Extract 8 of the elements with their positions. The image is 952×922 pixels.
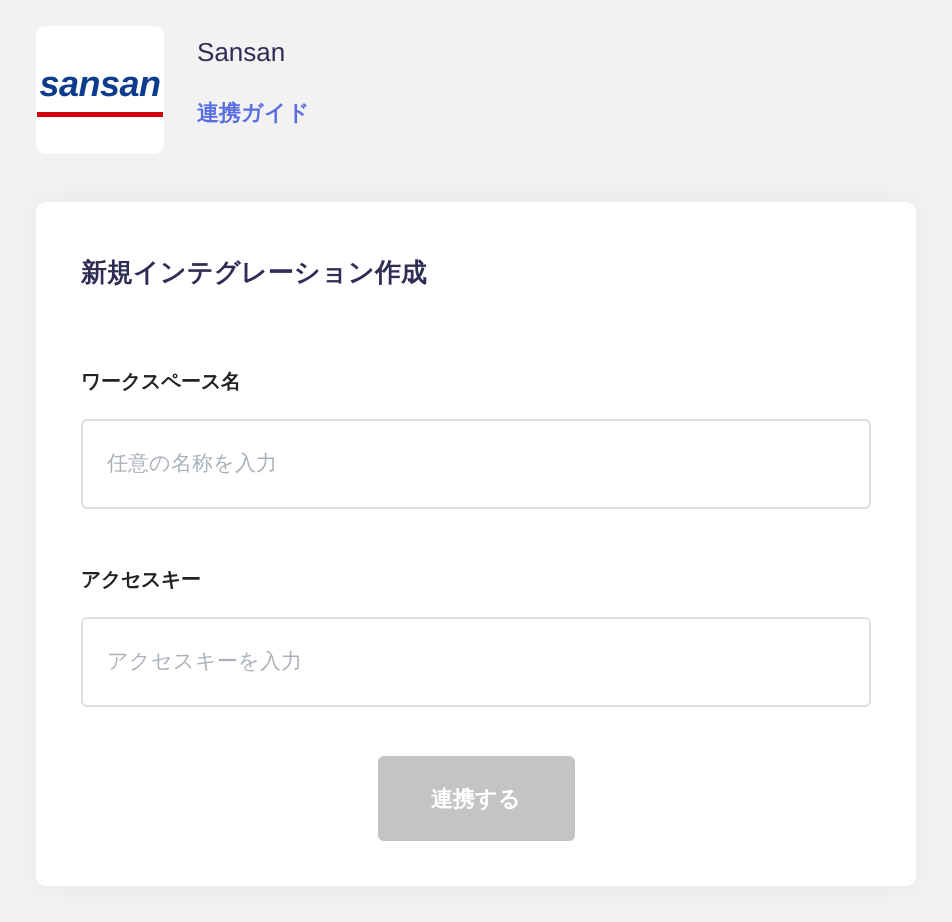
guide-link[interactable]: 連携ガイド bbox=[197, 98, 310, 128]
app-name: Sansan bbox=[197, 36, 286, 69]
input-field[interactable]: 任意の名称を入力 bbox=[81, 419, 871, 509]
input-field[interactable]: アクセスキーを入力 bbox=[81, 617, 871, 707]
form-title: 新規インテグレーション作成 bbox=[81, 256, 428, 289]
field-label: ワークスペース名 bbox=[81, 370, 241, 395]
logo-wordmark: sansan bbox=[39, 64, 161, 104]
field-label: アクセスキー bbox=[81, 568, 201, 593]
